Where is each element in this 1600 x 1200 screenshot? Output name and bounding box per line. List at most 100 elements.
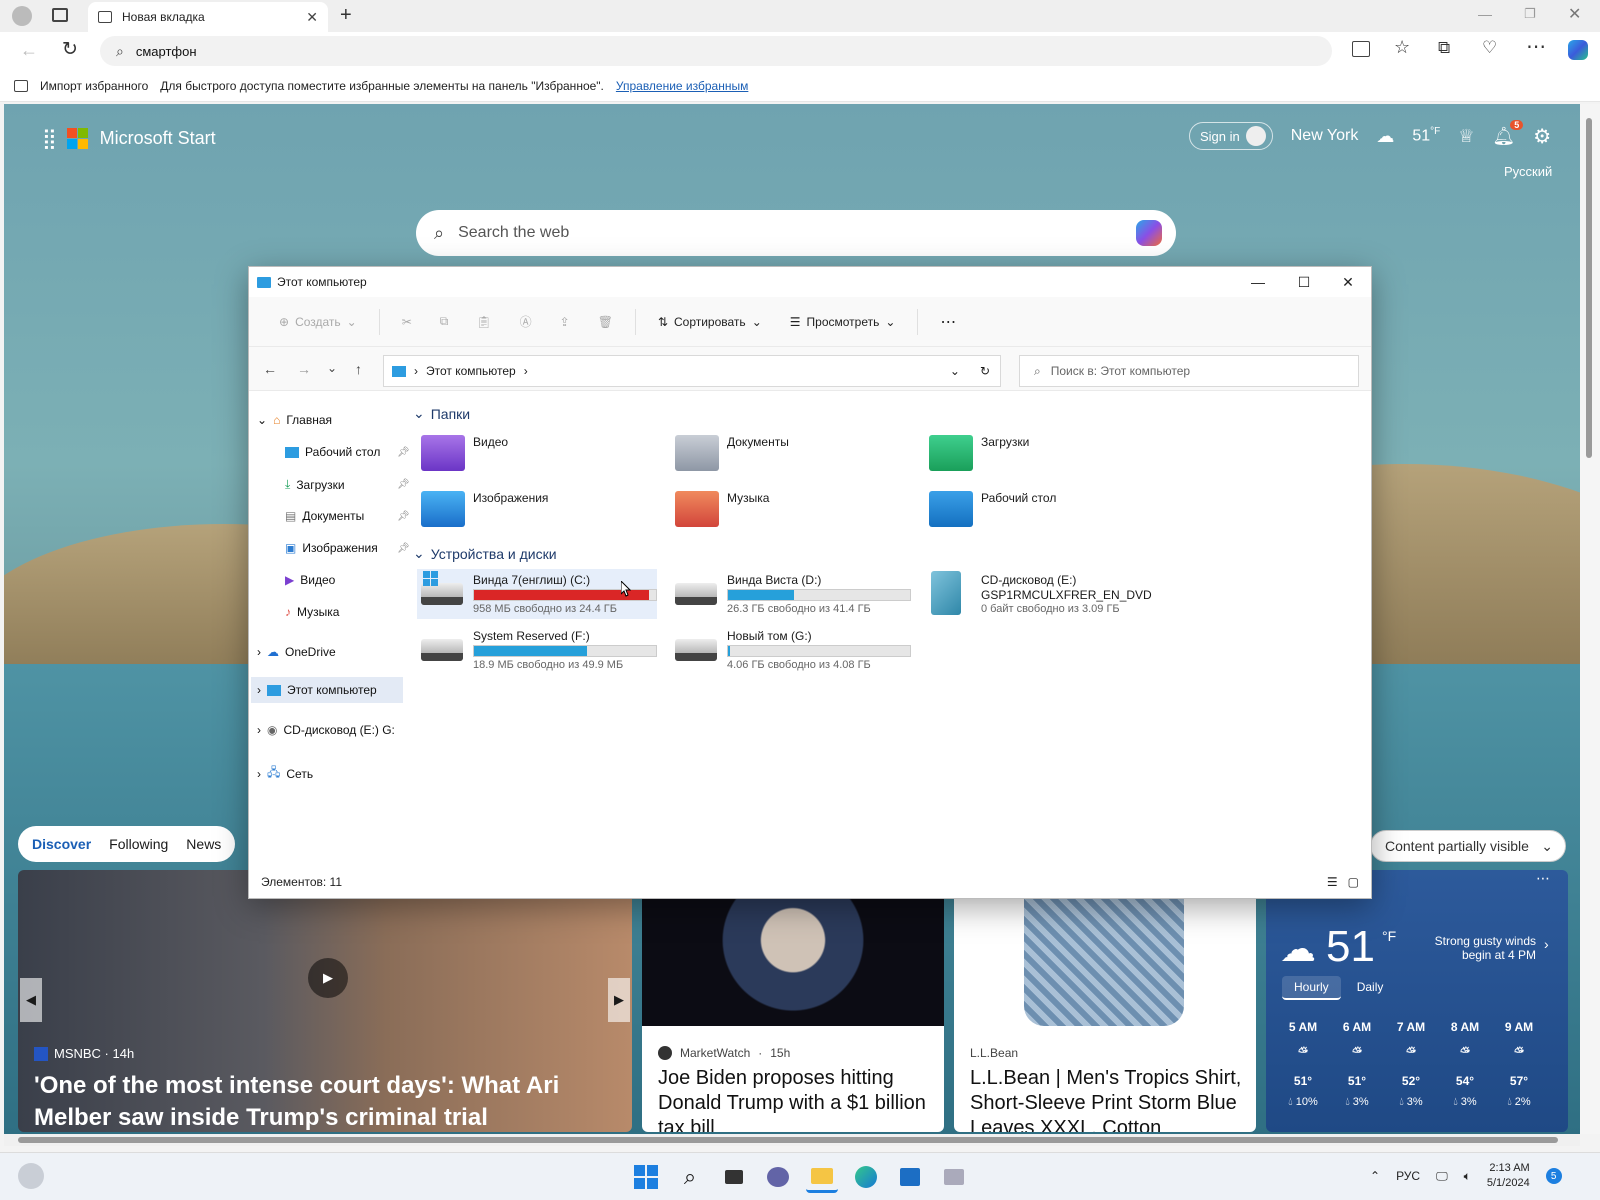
profile-avatar[interactable] [12, 6, 32, 26]
vertical-scrollbar[interactable] [1580, 104, 1600, 1134]
chevron-down-icon[interactable]: ⌄ [950, 364, 960, 378]
recent-locations-icon[interactable]: ⌄ [327, 361, 337, 375]
copilot-icon[interactable] [1136, 220, 1162, 246]
input-language[interactable]: РУС [1396, 1169, 1420, 1183]
section-folders-header[interactable]: ⌄ Папки [413, 405, 470, 422]
web-search-box[interactable]: ⌕ Search the web [416, 210, 1176, 256]
sidebar-item-videos[interactable]: ▶ Видео [285, 573, 335, 587]
chat-icon[interactable] [762, 1161, 794, 1193]
cut-icon[interactable]: ✂ [388, 315, 426, 329]
back-icon[interactable]: ← [263, 361, 277, 377]
weather-city[interactable]: New York [1291, 127, 1359, 145]
folder-downloads[interactable]: Загрузки [929, 435, 1169, 471]
share-icon[interactable]: ⇪ [546, 315, 584, 329]
more-options-icon[interactable]: ⋯ [1536, 870, 1550, 887]
scroll-thumb[interactable] [18, 1137, 1558, 1143]
close-button[interactable]: ✕ [1325, 267, 1371, 297]
sidebar-item-desktop[interactable]: Рабочий стол 📌︎ [285, 445, 415, 459]
favorites-icon[interactable]: ☆ [1394, 37, 1410, 58]
chevron-down-icon[interactable]: ⌄ [257, 413, 267, 427]
task-view-icon[interactable] [718, 1161, 750, 1193]
breadcrumb[interactable]: › Этот компьютер › ⌄ ↻ [383, 355, 1001, 387]
minimize-button[interactable]: — [1235, 267, 1281, 297]
create-button[interactable]: ⊕ Создать ⌄ [265, 315, 371, 329]
drive-f[interactable]: System Reserved (F:) 18.9 МБ свободно из… [417, 625, 657, 675]
up-icon[interactable]: ↑ [355, 361, 362, 377]
drive-g[interactable]: Новый том (G:) 4.06 ГБ свободно из 4.08 … [671, 625, 911, 675]
apps-grid-icon[interactable]: ⣿ [42, 126, 57, 151]
copilot-icon[interactable] [1568, 40, 1588, 60]
search-icon[interactable]: ⌕ [674, 1161, 706, 1193]
more-options-icon[interactable]: ⋯ [1526, 34, 1546, 59]
section-devices-header[interactable]: ⌄ Устройства и диски [413, 545, 557, 562]
collections-icon[interactable]: ⧉ [1438, 38, 1450, 58]
explorer-search-input[interactable]: ⌕ Поиск в: Этот компьютер [1019, 355, 1359, 387]
store-icon[interactable] [894, 1161, 926, 1193]
chevron-right-icon[interactable]: › [257, 723, 261, 737]
view-button[interactable]: ☰ Просмотреть ⌄ [776, 315, 910, 329]
chevron-right-icon[interactable]: › [257, 645, 261, 659]
folder-videos[interactable]: Видео [421, 435, 661, 471]
new-tab-icon[interactable]: + [340, 4, 352, 27]
drive-e[interactable]: CD-дисковод (E:) GSP1RMCULXFRER_EN_DVD 0… [925, 569, 1205, 619]
drive-d[interactable]: Винда Виста (D:) 26.3 ГБ свободно из 41.… [671, 569, 911, 619]
sidebar-item-pictures[interactable]: ▣ Изображения 📌︎ [285, 541, 415, 555]
edge-icon[interactable] [850, 1161, 882, 1193]
folder-documents[interactable]: Документы [675, 435, 915, 471]
paste-icon[interactable]: 📋︎ [462, 315, 505, 329]
refresh-icon[interactable]: ↻ [980, 364, 990, 378]
sidebar-item-downloads[interactable]: ⤓ Загрузки 📌︎ [285, 477, 415, 492]
tab-actions-icon[interactable] [52, 8, 68, 22]
widgets-icon[interactable] [18, 1163, 44, 1189]
brand-name[interactable]: Microsoft Start [100, 128, 216, 149]
sidebar-item-onedrive[interactable]: › ☁ OneDrive [257, 645, 336, 659]
manage-favorites-link[interactable]: Управление избранным [616, 79, 748, 93]
split-screen-icon[interactable] [1352, 41, 1370, 57]
horizontal-scrollbar[interactable] [4, 1134, 1580, 1146]
carousel-prev-icon[interactable]: ◀ [20, 978, 42, 1022]
start-icon[interactable] [630, 1161, 662, 1193]
maximize-button[interactable]: ☐ [1281, 267, 1327, 297]
clock[interactable]: 2:13 AM 5/1/2024 [1487, 1161, 1530, 1191]
chevron-right-icon[interactable]: › [257, 767, 261, 781]
sidebar-item-cd-drive[interactable]: › ◉ CD-дисковод (E:) G: [257, 723, 407, 737]
restore-icon[interactable]: ❐ [1524, 6, 1536, 22]
settings-icon[interactable]: ⚙ [1533, 124, 1551, 149]
rename-icon[interactable]: Ⓐ [506, 313, 546, 330]
tab-news[interactable]: News [186, 836, 221, 852]
sort-button[interactable]: ⇅ Сортировать ⌄ [644, 315, 776, 329]
tab-new-tab[interactable]: Новая вкладка ✕ [88, 2, 328, 32]
ad-card-3[interactable]: L.L.Bean L.L.Bean | Men's Tropics Shirt,… [954, 870, 1256, 1132]
copy-icon[interactable]: ⧉ [426, 314, 463, 329]
scroll-thumb[interactable] [1586, 118, 1592, 458]
carousel-next-icon[interactable]: ▶ [608, 978, 630, 1022]
network-icon[interactable]: 🖵︎ [1436, 1169, 1448, 1184]
import-favorites-button[interactable]: Импорт избранного [40, 79, 148, 93]
address-bar[interactable]: ⌕ смартфон [100, 36, 1332, 66]
weather-card[interactable]: ⋯ ☁ 51 °F Strong gusty winds begin at 4 … [1266, 870, 1568, 1132]
volume-icon[interactable]: 🔈︎ [1464, 1169, 1471, 1184]
app-icon[interactable] [938, 1161, 970, 1193]
breadcrumb-item[interactable]: Этот компьютер [426, 364, 516, 378]
back-icon[interactable]: ← [20, 40, 38, 61]
tab-daily[interactable]: Daily [1345, 976, 1396, 1000]
content-visibility-dropdown[interactable]: Content partially visible ⌄ [1370, 830, 1566, 862]
forward-icon[interactable]: → [297, 361, 311, 377]
sidebar-item-music[interactable]: ♪ Музыка [285, 605, 339, 619]
tab-hourly[interactable]: Hourly [1282, 976, 1341, 1000]
chevron-up-icon[interactable]: ⌃ [1370, 1169, 1380, 1183]
notifications-icon[interactable]: 🔔︎ 5 [1492, 119, 1524, 147]
sidebar-item-documents[interactable]: ▤ Документы 📌︎ [285, 509, 415, 523]
sidebar-item-this-pc[interactable]: › Этот компьютер [251, 677, 403, 703]
file-explorer-icon[interactable] [806, 1161, 838, 1193]
details-view-icon[interactable]: ☰ [1327, 875, 1338, 889]
top-temp[interactable]: 51°F [1412, 126, 1440, 145]
rewards-icon[interactable]: ♕ [1458, 126, 1474, 147]
tab-close-icon[interactable]: ✕ [306, 9, 318, 26]
chevron-right-icon[interactable]: › [257, 683, 261, 697]
sidebar-item-home[interactable]: ⌄ ⌂ Главная [257, 413, 332, 427]
minimize-icon[interactable]: — [1478, 6, 1492, 22]
folder-pictures[interactable]: Изображения [421, 491, 661, 527]
play-icon[interactable]: ▶ [308, 958, 348, 998]
news-card-main[interactable]: ▶ ◀ ▶ MSNBC · 14h 'One of the most inten… [18, 870, 632, 1132]
